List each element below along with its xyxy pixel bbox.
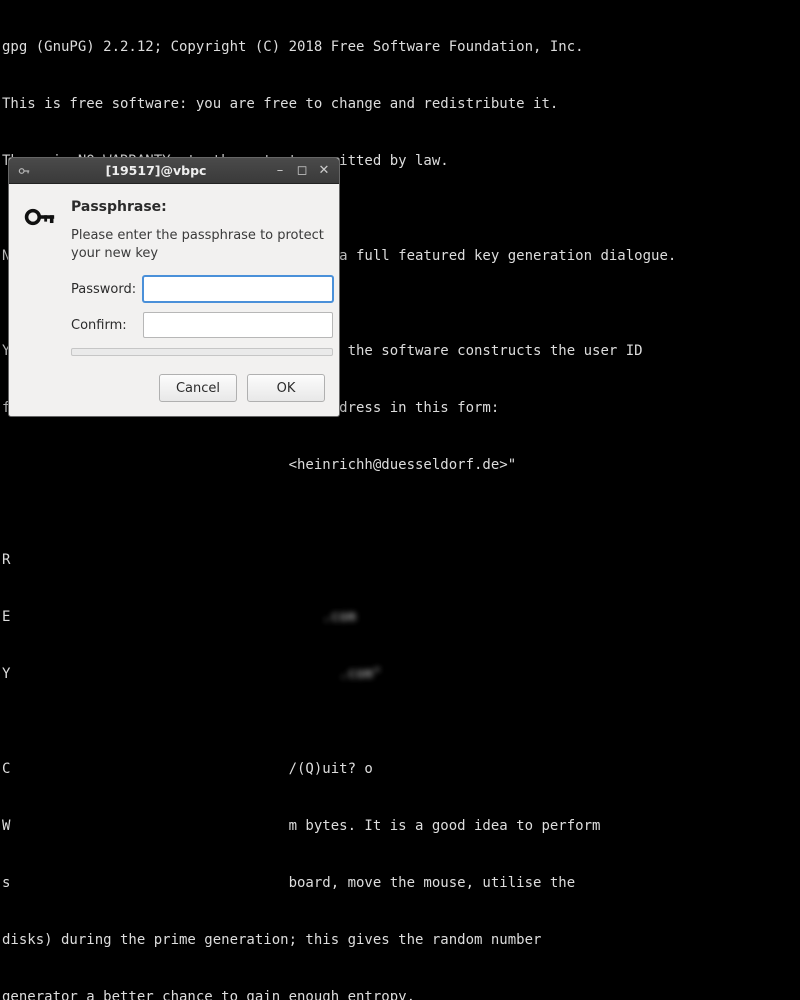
terminal-line: C /(Q)uit? o [2,760,800,779]
window-title: [19517]@vbpc [39,161,273,180]
password-quality-bar [71,348,333,356]
terminal-line: This is free software: you are free to c… [2,95,800,114]
terminal-line: E .com [2,608,800,627]
terminal-line: generator a better chance to gain enough… [2,988,800,1000]
terminal-line: R [2,551,800,570]
dialog-message: Please enter the passphrase to protect y… [71,227,333,262]
window-maximize-button[interactable]: ◻ [295,161,309,180]
passphrase-dialog: [19517]@vbpc – ◻ ✕ Passphrase: Please en… [8,157,340,417]
terminal-line: W m bytes. It is a good idea to perform [2,817,800,836]
terminal-line: disks) during the prime generation; this… [2,931,800,950]
key-icon [23,198,59,368]
window-close-button[interactable]: ✕ [317,161,331,180]
password-label: Password: [71,280,143,299]
app-key-icon [15,162,33,180]
terminal-line: Y .com" [2,665,800,684]
window-titlebar[interactable]: [19517]@vbpc – ◻ ✕ [9,158,339,184]
ok-button[interactable]: OK [247,374,325,402]
confirm-label: Confirm: [71,316,143,335]
password-input[interactable] [143,276,333,302]
terminal-line: <heinrichh@duesseldorf.de>" [2,456,800,475]
window-minimize-button[interactable]: – [273,161,287,180]
cancel-button[interactable]: Cancel [159,374,237,402]
dialog-heading: Passphrase: [71,198,333,217]
confirm-input[interactable] [143,312,333,338]
terminal-line: s board, move the mouse, utilise the [2,874,800,893]
terminal-line: gpg (GnuPG) 2.2.12; Copyright (C) 2018 F… [2,38,800,57]
